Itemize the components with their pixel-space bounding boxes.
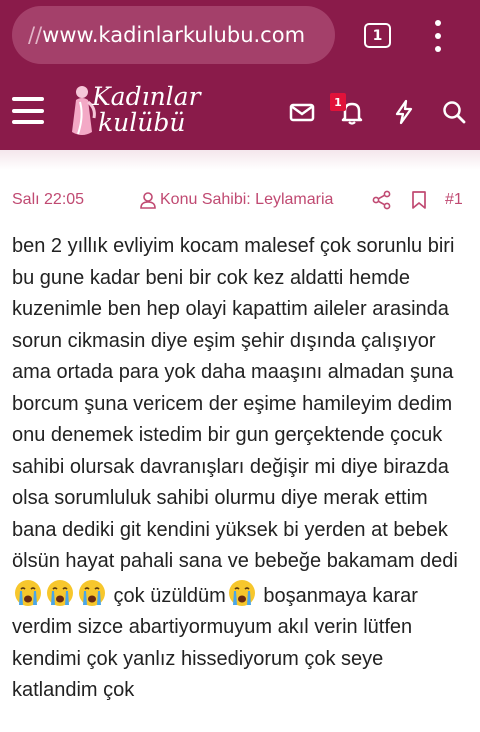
share-icon[interactable] xyxy=(372,190,392,210)
post-text-part-1: ben 2 yıllık evliyim kocam malesef çok s… xyxy=(12,235,458,572)
crying-face-emoji-icon xyxy=(228,579,255,606)
logo-line-1: Kadınlar xyxy=(92,82,201,111)
post-text-part-2: çok üzüldüm xyxy=(108,584,226,607)
post-body: ben 2 yıllık evliyim kocam malesef çok s… xyxy=(12,231,472,707)
menu-icon[interactable] xyxy=(12,97,44,124)
site-logo[interactable]: Kadınlar kulübü xyxy=(62,82,212,144)
logo-text: Kadınlar kulübü xyxy=(92,84,201,136)
more-vert-icon[interactable] xyxy=(428,20,448,52)
url-bar[interactable]: // www.kadinlarkulubu.com xyxy=(12,6,335,64)
user-icon xyxy=(140,191,156,209)
post-text: ben 2 yıllık evliyim kocam malesef çok s… xyxy=(12,231,472,707)
tab-switcher-button[interactable]: 1 xyxy=(364,23,391,48)
post-number[interactable]: #1 xyxy=(445,191,463,209)
crying-face-emoji-icon xyxy=(15,579,41,606)
browser-toolbar: // www.kadinlarkulubu.com 1 xyxy=(0,0,480,72)
search-icon[interactable] xyxy=(440,98,468,126)
post-meta: Salı 22:05 Konu Sahibi: Leylamaria #1 xyxy=(0,184,480,218)
url-scheme: // xyxy=(28,23,43,47)
post-time: Salı 22:05 xyxy=(12,191,85,208)
crying-face-emoji-icon xyxy=(47,579,73,606)
post-author-label: Konu Sahibi: Leylamaria xyxy=(160,191,334,208)
mail-icon[interactable] xyxy=(288,98,316,126)
crying-face-emoji-icon xyxy=(79,579,105,606)
bolt-icon[interactable] xyxy=(390,98,418,126)
post-author[interactable]: Konu Sahibi: Leylamaria xyxy=(140,191,333,209)
notification-badge: 1 xyxy=(330,93,346,111)
url-host: www.kadinlarkulubu.com xyxy=(42,23,306,47)
site-header: Kadınlar kulübü 1 xyxy=(0,72,480,150)
logo-line-2: kulübü xyxy=(98,108,186,137)
bookmark-icon[interactable] xyxy=(410,190,428,210)
header-divider xyxy=(0,150,480,170)
